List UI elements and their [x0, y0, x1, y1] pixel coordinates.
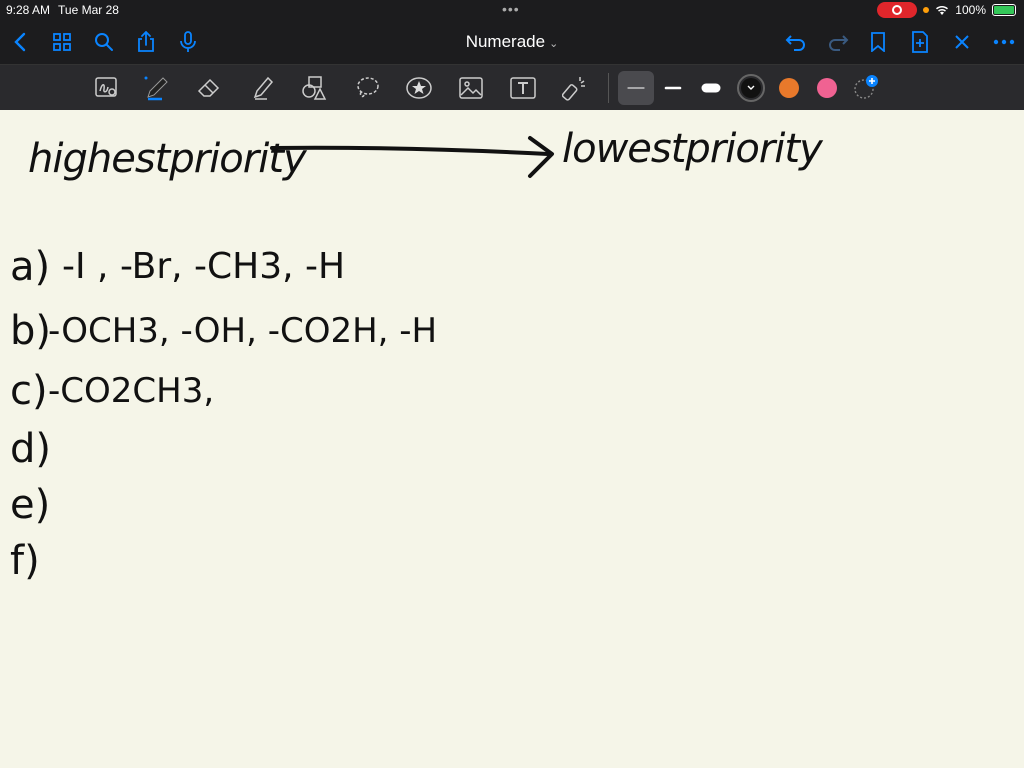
screen-recording-icon[interactable]: [877, 2, 918, 18]
highest-priority-label: highestpriority: [28, 136, 308, 182]
redo-icon[interactable]: [824, 28, 852, 56]
add-color-button[interactable]: [852, 74, 880, 102]
more-icon[interactable]: [990, 28, 1018, 56]
battery-icon: [992, 4, 1016, 16]
item-f-letter: f): [10, 538, 40, 584]
lasso-zoom-icon[interactable]: [92, 73, 122, 103]
text-icon[interactable]: [508, 73, 538, 103]
image-icon[interactable]: [456, 73, 486, 103]
mic-indicator-icon: [923, 7, 930, 13]
close-icon[interactable]: [948, 28, 976, 56]
toolbar-separator: [608, 73, 609, 103]
item-c-letter: c): [10, 368, 48, 414]
drawing-toolbar: [0, 64, 1024, 110]
item-b-text: -OCH3, -OH, -CO2H, -H: [48, 311, 437, 351]
add-page-icon[interactable]: [906, 28, 934, 56]
wifi-icon: [936, 6, 949, 15]
undo-icon[interactable]: [782, 28, 810, 56]
color-orange-swatch[interactable]: [779, 78, 799, 98]
thin-stroke-icon[interactable]: [621, 73, 651, 103]
sticker-icon[interactable]: [404, 73, 434, 103]
item-a-text: -I , -Br, -CH3, -H: [62, 246, 345, 287]
priority-arrow-icon: [270, 136, 554, 178]
status-bar: 9:28 AM Tue Mar 28 ••• 100%: [0, 0, 1024, 20]
lasso-icon[interactable]: [353, 73, 383, 103]
highlighter-icon[interactable]: [248, 73, 278, 103]
pen-icon[interactable]: [142, 73, 172, 103]
item-c-text: -CO2CH3,: [48, 371, 214, 411]
bookmark-icon[interactable]: [864, 28, 892, 56]
eraser-icon[interactable]: [194, 73, 224, 103]
item-d-letter: d): [10, 426, 51, 472]
item-b-letter: b): [10, 308, 51, 354]
multitask-dots-icon[interactable]: •••: [502, 1, 520, 17]
laser-pointer-icon[interactable]: [560, 73, 590, 103]
thick-stroke-icon[interactable]: [696, 73, 726, 103]
item-a-letter: a): [10, 244, 50, 290]
medium-stroke-icon[interactable]: [658, 73, 688, 103]
status-time: 9:28 AM: [6, 3, 51, 17]
color-black-swatch[interactable]: [737, 74, 765, 102]
item-e-letter: e): [10, 482, 50, 528]
note-canvas[interactable]: highestpriority lowestpriority a) -I , -…: [0, 110, 1024, 768]
battery-percent: 100%: [955, 3, 986, 17]
lowest-priority-label: lowestpriority: [562, 126, 824, 172]
status-date: Tue Mar 28: [58, 3, 119, 17]
shapes-icon[interactable]: [299, 73, 329, 103]
color-pink-swatch[interactable]: [817, 78, 837, 98]
nav-bar: Numerade ⌄: [0, 20, 1024, 64]
chevron-down-icon: [747, 85, 755, 90]
